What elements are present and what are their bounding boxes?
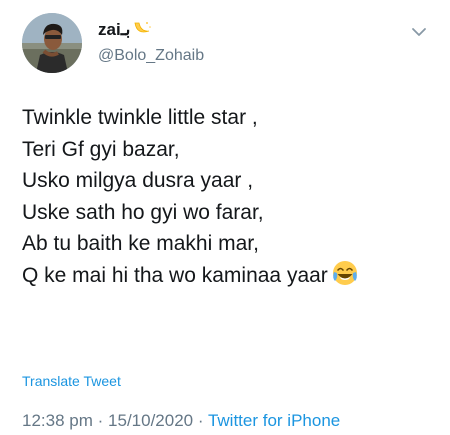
translate-tweet-link[interactable]: Translate Tweet [22, 373, 121, 389]
tweet-meta: 12:38 pm · 15/10/2020 · Twitter for iPho… [22, 411, 340, 431]
tweet-line: Teri Gf gyi bazar, [22, 137, 180, 161]
tweet-text: Twinkle twinkle little star , Teri Gf gy… [22, 102, 442, 296]
tweet-header: zaiبـ @Bolo_Zohaib [22, 13, 432, 73]
display-name-text: zaiبـ [98, 20, 131, 39]
user-names: zaiبـ @Bolo_Zohaib [98, 19, 204, 67]
tweet-time[interactable]: 12:38 pm [22, 411, 93, 430]
chevron-down-icon[interactable] [410, 23, 428, 41]
tweet-line-text: Q ke mai hi tha wo kaminaa yaar [22, 263, 328, 287]
tweet-line-last: Q ke mai hi tha wo kaminaa yaar [22, 260, 442, 296]
crescent-moon-icon [132, 19, 152, 43]
tweet-date[interactable]: 15/10/2020 [108, 411, 193, 430]
tweet-card: zaiبـ @Bolo_Zohaib Twinkle twinkle littl… [0, 0, 450, 435]
face-with-tears-of-joy-icon [332, 260, 358, 296]
avatar-image [22, 13, 82, 73]
display-name[interactable]: zaiبـ [98, 19, 204, 43]
tweet-line: Uske sath ho gyi wo farar, [22, 200, 264, 224]
tweet-line: Ab tu baith ke makhi mar, [22, 232, 259, 256]
user-handle[interactable]: @Bolo_Zohaib [98, 45, 204, 67]
tweet-source-link[interactable]: Twitter for iPhone [208, 411, 340, 430]
tweet-line: Twinkle twinkle little star , [22, 106, 258, 129]
avatar[interactable] [22, 13, 82, 73]
meta-separator: · [97, 411, 104, 430]
meta-separator: · [197, 411, 204, 430]
tweet-line: Usko milgya dusra yaar , [22, 169, 254, 193]
